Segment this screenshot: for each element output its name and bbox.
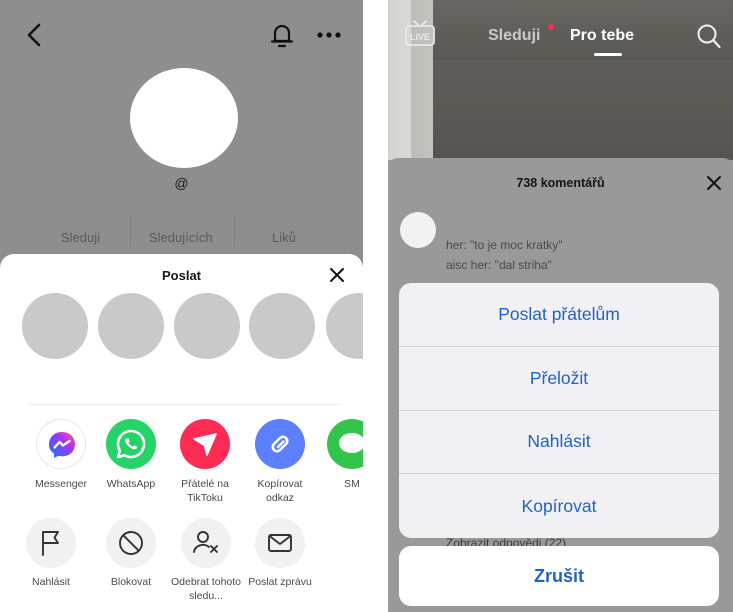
- menu-copy[interactable]: Kopírovat: [399, 474, 719, 538]
- stat-likes[interactable]: Liků: [272, 230, 296, 245]
- share-label: Messenger: [35, 478, 87, 490]
- flag-icon: [26, 518, 76, 568]
- stat-divider: [234, 216, 235, 246]
- action-menu: Poslat přátelům Přeložit Nahlásit Kopíro…: [399, 283, 719, 538]
- message-icon: [255, 518, 305, 568]
- block-icon: [106, 518, 156, 568]
- profile-stats: Sleduji Sledujících Liků: [40, 212, 340, 252]
- friend-avatar[interactable]: [326, 293, 363, 359]
- share-label: WhatsApp: [106, 478, 156, 490]
- share-sheet-title: Poslat: [161, 268, 201, 283]
- link-icon: [255, 419, 305, 469]
- bell-icon[interactable]: [268, 20, 296, 50]
- action-label: Poslat zprávu: [248, 576, 312, 588]
- send-icon: [180, 419, 230, 469]
- close-icon[interactable]: [704, 173, 724, 193]
- tab-for-you[interactable]: Pro tebe: [570, 27, 634, 45]
- share-label: Kopírovat odkaz: [257, 478, 303, 504]
- action-send-message[interactable]: Poslat zprávu: [242, 518, 318, 590]
- share-sms[interactable]: SM: [315, 419, 363, 492]
- profile-avatar: [130, 68, 238, 168]
- sms-icon: [327, 419, 363, 469]
- sheet-divider: [30, 404, 340, 405]
- action-label: Odebrat tohoto sledu...: [170, 576, 242, 602]
- search-icon[interactable]: [696, 22, 722, 50]
- comment-text: aisc her: "dal striha": [446, 258, 552, 272]
- stat-divider: [130, 216, 131, 246]
- remove-follower-icon: [181, 518, 231, 568]
- profile-handle: @: [174, 175, 189, 191]
- action-label: Blokovat: [110, 576, 152, 588]
- share-tiktok-friends[interactable]: Přátelé na TikToku: [168, 419, 242, 505]
- share-whatsapp[interactable]: WhatsApp: [94, 419, 168, 492]
- friend-avatar[interactable]: [249, 293, 315, 359]
- commenter-avatar[interactable]: [400, 212, 436, 248]
- share-messenger[interactable]: Messenger: [24, 419, 98, 492]
- action-label: Nahlásit: [32, 576, 70, 588]
- share-copy-link[interactable]: Kopírovat odkaz: [243, 419, 317, 505]
- video-wall: [433, 60, 733, 160]
- friend-avatar[interactable]: [22, 293, 88, 359]
- share-label: Přátelé na TikToku: [181, 478, 229, 504]
- menu-translate[interactable]: Přeložit: [399, 347, 719, 411]
- more-options-icon[interactable]: [314, 22, 344, 48]
- share-sheet: Poslat Messenger WhatsApp Přátelé na Tik…: [0, 254, 363, 612]
- menu-send-to-friends[interactable]: Poslat přátelům: [399, 283, 719, 347]
- profile-screen: @ Sleduji Sledujících Liků Poslat Messen…: [0, 0, 363, 612]
- action-remove-follower[interactable]: Odebrat tohoto sledu...: [168, 518, 244, 603]
- live-label: LIVE: [410, 32, 430, 42]
- comments-title: 738 komentářů: [516, 176, 605, 190]
- whatsapp-icon: [106, 419, 156, 469]
- notification-dot: [548, 24, 554, 30]
- stat-followers[interactable]: Sledujících: [149, 230, 213, 245]
- stat-following[interactable]: Sleduji: [61, 230, 100, 245]
- friend-avatar[interactable]: [98, 293, 164, 359]
- messenger-icon: [36, 419, 86, 469]
- video-background: [388, 0, 733, 160]
- back-icon[interactable]: [22, 20, 48, 50]
- action-report[interactable]: Nahlásit: [13, 518, 89, 590]
- friend-avatar[interactable]: [174, 293, 240, 359]
- close-icon[interactable]: [326, 264, 348, 286]
- tab-following[interactable]: Sleduji: [488, 27, 540, 45]
- share-label: SM: [344, 478, 360, 490]
- live-icon[interactable]: LIVE: [402, 18, 438, 48]
- active-tab-indicator: [594, 53, 622, 56]
- cancel-button[interactable]: Zrušit: [399, 546, 719, 606]
- feed-screen: LIVE Sleduji Pro tebe 738 komentářů her:…: [388, 0, 733, 612]
- menu-report[interactable]: Nahlásit: [399, 411, 719, 475]
- action-block[interactable]: Blokovat: [93, 518, 169, 590]
- comment-text: her: "to je moc kratky": [446, 238, 563, 252]
